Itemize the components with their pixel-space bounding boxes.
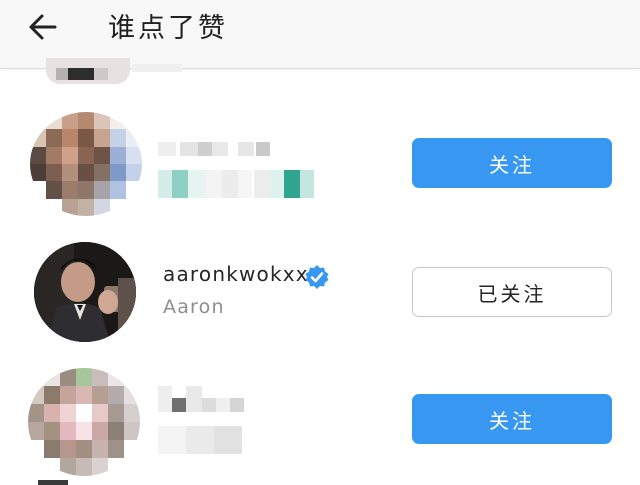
blurred-full-name <box>158 426 242 454</box>
page-title: 谁点了赞 <box>108 13 228 44</box>
avatar[interactable] <box>30 112 142 216</box>
list-item[interactable]: 关注 <box>0 100 640 230</box>
profile-photo <box>34 242 136 342</box>
list-item[interactable]: aaronkwokxx Aaron 已关注 <box>0 230 640 360</box>
following-button[interactable]: 已关注 <box>412 267 612 317</box>
partial-text-blur <box>132 64 182 72</box>
arrow-left-icon <box>29 14 57 40</box>
follow-button[interactable]: 关注 <box>412 394 612 444</box>
partial-list-item <box>38 480 68 485</box>
back-button[interactable] <box>26 10 60 44</box>
blurred-full-name <box>158 170 314 198</box>
list-item[interactable]: 关注 <box>0 360 640 485</box>
partial-list-item <box>46 58 130 84</box>
blurred-username <box>158 386 244 412</box>
blurred-username <box>158 142 278 156</box>
username[interactable]: aaronkwokxx <box>163 262 309 286</box>
full-name: Aaron <box>163 296 225 318</box>
avatar[interactable] <box>34 242 136 342</box>
follow-button[interactable]: 关注 <box>412 138 612 188</box>
verified-badge-icon <box>305 265 329 289</box>
avatar[interactable] <box>28 368 140 476</box>
